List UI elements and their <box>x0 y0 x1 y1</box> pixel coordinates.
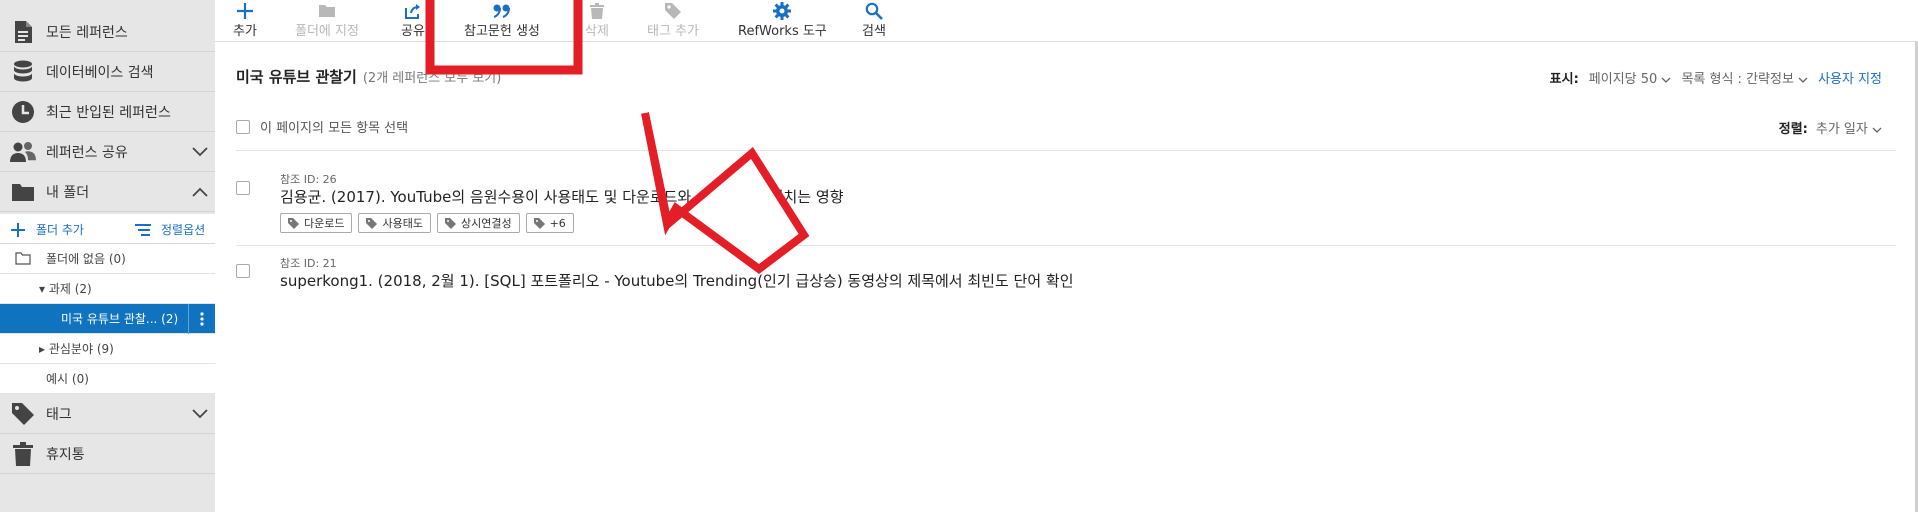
refworks-app: 모든 레퍼런스 데이터베이스 검색 최근 반입된 레퍼런스 레퍼런스 공유 내 … <box>0 0 1918 512</box>
sidebar: 모든 레퍼런스 데이터베이스 검색 최근 반입된 레퍼런스 레퍼런스 공유 내 … <box>0 0 215 512</box>
chevron-down-icon <box>1661 77 1671 83</box>
tag-icon <box>288 217 299 229</box>
chevron-down-icon[interactable] <box>185 408 215 419</box>
add-button[interactable]: 추가 <box>233 2 257 39</box>
chevron-down-icon <box>1872 127 1882 133</box>
folder-item-interests[interactable]: ▸ 관심분야 (9) <box>0 334 215 364</box>
sidebar-item-label: 레퍼런스 공유 <box>46 144 128 161</box>
main-content: 미국 유튜브 관찰기 (2개 레퍼런스 모두 보기) 표시: 페이지당 50 목록… <box>215 42 1918 512</box>
reference-tags: 다운로드 사용태도 상시연결성 +6 <box>280 213 574 233</box>
sidebar-item-database-search[interactable]: 데이터베이스 검색 <box>0 52 215 92</box>
database-icon <box>0 60 46 84</box>
view-options: 표시: 페이지당 50 목록 형식 : 간략정보 사용자 지정 <box>1550 68 1882 87</box>
folder-panel: 폴더 추가 정렬옵션 폴더에 없음 (0) ▾ 과제 (2) 미국 유튜브 관찰… <box>0 214 215 394</box>
display-label: 표시: <box>1549 72 1579 87</box>
reference-id: 참조 ID: 26 <box>280 173 337 186</box>
tag-icon <box>533 217 545 229</box>
folder-label: ▸ 관심분야 (9) <box>39 342 114 356</box>
gear-icon <box>773 2 792 20</box>
sort-options: 정렬: 추가 일자 <box>1779 118 1882 137</box>
folder-label: ▾ 과제 (2) <box>39 282 92 296</box>
tag-icon <box>664 2 682 20</box>
create-bibliography-button[interactable]: 참고문헌 생성 <box>464 2 540 39</box>
sidebar-item-label: 내 폴더 <box>46 184 90 201</box>
per-page-dropdown[interactable]: 페이지당 50 <box>1589 68 1672 87</box>
plus-icon <box>11 222 25 237</box>
select-all-row: 이 페이지의 모든 항목 선택 <box>236 117 408 136</box>
toolbar: 추가 폴더에 지정 공유 참고문헌 생성 삭제 태그 추가 RefWorks 도… <box>215 0 1918 42</box>
sidebar-item-share-references[interactable]: 레퍼런스 공유 <box>0 132 215 172</box>
sidebar-item-recent-imports[interactable]: 최근 반입된 레퍼런스 <box>0 92 215 132</box>
share-icon <box>404 2 422 20</box>
folder-item-example[interactable]: 예시 (0) <box>0 364 215 394</box>
add-tag-button[interactable]: 태그 추가 <box>647 2 699 39</box>
select-all-label: 이 페이지의 모든 항목 선택 <box>260 121 409 136</box>
sidebar-item-trash[interactable]: 휴지통 <box>0 434 215 474</box>
divider <box>236 245 1896 246</box>
reference-row: 참조 ID: 26 김용균. (2017). YouTube의 음원수용이 사용… <box>236 160 1896 250</box>
select-all-checkbox[interactable] <box>236 119 250 134</box>
folder-item-unfiled[interactable]: 폴더에 없음 (0) <box>0 244 215 274</box>
folder-icon <box>318 2 336 20</box>
folder-label: 폴더에 없음 (0) <box>46 252 126 266</box>
tag-chip[interactable]: 상시연결성 <box>436 213 520 233</box>
sort-dropdown[interactable]: 추가 일자 <box>1816 118 1882 137</box>
users-icon <box>0 141 46 163</box>
reference-checkbox[interactable] <box>236 181 250 195</box>
sort-label: 정렬: <box>1778 122 1808 137</box>
folder-icon <box>0 182 46 202</box>
reference-title[interactable]: superkong1. (2018, 2월 1). [SQL] 포트폴리오 - … <box>280 270 1074 291</box>
sidebar-item-tags[interactable]: 태그 <box>0 394 215 434</box>
chevron-up-icon[interactable] <box>185 187 215 197</box>
chevron-down-icon <box>1798 77 1808 83</box>
tag-icon <box>0 402 46 426</box>
divider <box>236 150 1896 151</box>
reference-row: 참조 ID: 21 superkong1. (2018, 2월 1). [SQL… <box>236 255 1896 345</box>
sidebar-item-all-references[interactable]: 모든 레퍼런스 <box>0 12 215 52</box>
tag-chip[interactable]: 다운로드 <box>280 213 353 233</box>
trash-icon <box>589 2 604 20</box>
page-title: 미국 유튜브 관찰기 (2개 레퍼런스 모두 보기) <box>236 68 502 86</box>
sidebar-item-my-folders[interactable]: 내 폴더 <box>0 172 215 212</box>
tag-icon <box>444 217 456 229</box>
folder-label: 미국 유튜브 관찰... (2) <box>61 312 179 326</box>
reference-title[interactable]: 김용균. (2017). YouTube의 음원수용이 사용태도 및 다운로드와… <box>280 186 844 207</box>
view-all-link[interactable]: (2개 레퍼런스 모두 보기) <box>363 71 501 86</box>
folder-label: 예시 (0) <box>46 372 89 386</box>
more-tags-chip[interactable]: +6 <box>525 213 574 233</box>
sidebar-item-label: 모든 레퍼런스 <box>46 24 128 41</box>
sidebar-item-label: 최근 반입된 레퍼런스 <box>46 104 171 121</box>
delete-button[interactable]: 삭제 <box>585 2 609 39</box>
sort-icon <box>135 223 151 236</box>
search-button[interactable]: 검색 <box>862 2 886 39</box>
trash-icon <box>0 441 46 466</box>
quote-icon <box>493 2 511 20</box>
folder-outline-icon <box>15 252 31 265</box>
reference-checkbox[interactable] <box>236 264 250 278</box>
sidebar-item-label: 휴지통 <box>46 446 85 463</box>
clock-icon <box>0 100 46 124</box>
tag-icon <box>366 217 378 229</box>
folder-actions-row: 폴더 추가 정렬옵션 <box>0 214 215 244</box>
document-icon <box>0 20 46 44</box>
tag-chip[interactable]: 사용태도 <box>358 213 431 233</box>
share-button[interactable]: 공유 <box>401 2 425 39</box>
assign-folder-button[interactable]: 폴더에 지정 <box>295 2 359 39</box>
list-format-dropdown[interactable]: 목록 형식 : 간략정보 <box>1681 68 1808 87</box>
refworks-tools-button[interactable]: RefWorks 도구 <box>738 2 827 39</box>
plus-icon <box>236 2 254 20</box>
reference-id: 참조 ID: 21 <box>280 257 337 270</box>
more-options-icon[interactable] <box>188 304 215 334</box>
sidebar-item-label: 태그 <box>46 406 72 423</box>
customize-link[interactable]: 사용자 지정 <box>1818 68 1882 87</box>
search-icon <box>865 2 883 20</box>
sidebar-item-label: 데이터베이스 검색 <box>46 64 154 81</box>
folder-item-assignment[interactable]: ▾ 과제 (2) <box>0 274 215 304</box>
folder-item-youtube-selected[interactable]: 미국 유튜브 관찰... (2) <box>0 304 215 334</box>
chevron-down-icon[interactable] <box>185 146 215 157</box>
add-folder-button[interactable]: 폴더 추가 <box>10 221 84 238</box>
sort-options-button[interactable]: 정렬옵션 <box>135 221 205 238</box>
